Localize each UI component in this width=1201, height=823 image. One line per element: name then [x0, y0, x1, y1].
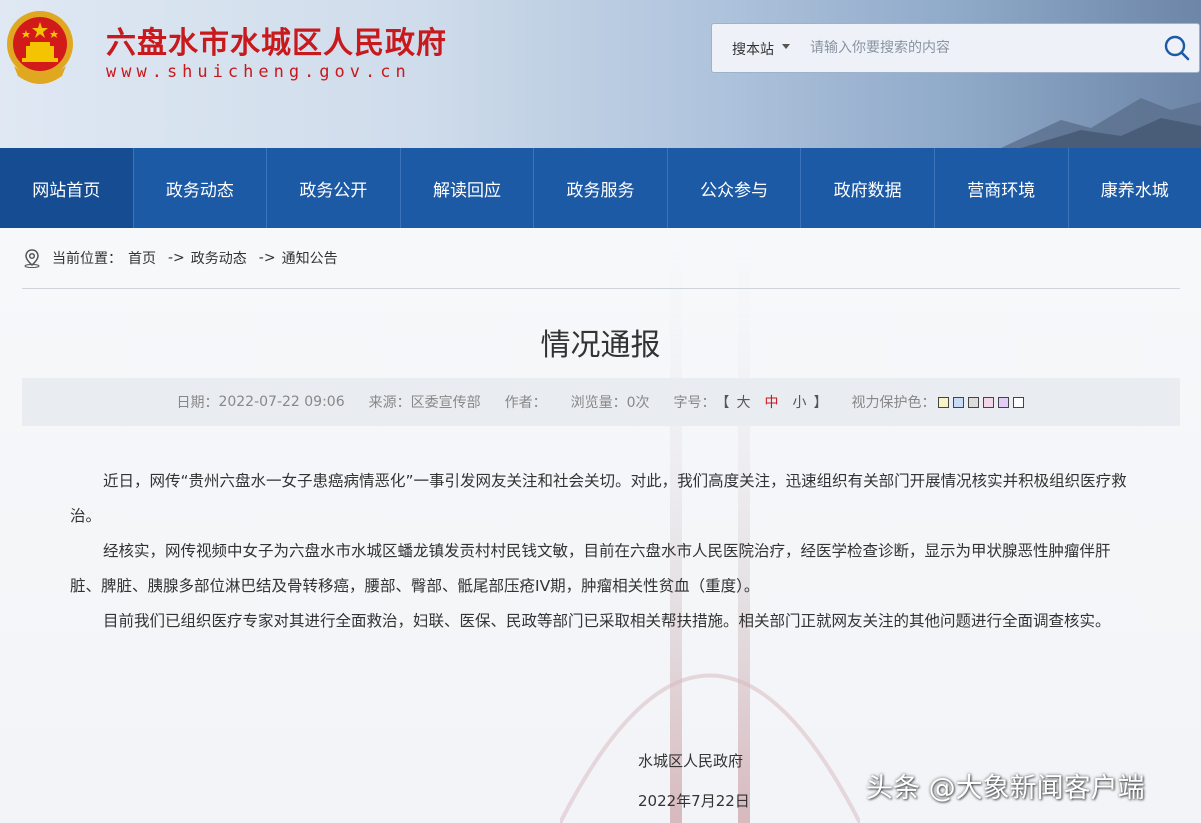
- nav-item-gov-data[interactable]: 政府数据: [801, 148, 935, 228]
- nav-item-interpretation[interactable]: 解读回应: [401, 148, 535, 228]
- meta-eyecare: 视力保护色：: [852, 392, 1026, 412]
- eyecare-color-swatch[interactable]: [967, 396, 979, 408]
- date-label: 日期：: [176, 395, 219, 411]
- location-pin-icon: [24, 249, 40, 268]
- nav-item-gov-disclosure[interactable]: 政务公开: [267, 148, 401, 228]
- search-scope-dropdown[interactable]: 搜本站: [732, 39, 774, 59]
- main-nav: 网站首页 政务动态 政务公开 解读回应 政务服务 公众参与 政府数据 营商环境 …: [0, 148, 1201, 228]
- breadcrumb-notices[interactable]: 通知公告: [282, 248, 338, 268]
- meta-author: 作者：: [505, 392, 547, 412]
- fontsize-label: 字号：: [673, 395, 716, 411]
- eyecare-label: 视力保护色：: [851, 395, 936, 411]
- nav-item-business-env[interactable]: 营商环境: [935, 148, 1069, 228]
- national-emblem-icon: [7, 11, 73, 84]
- nav-item-home[interactable]: 网站首页: [0, 148, 134, 228]
- signature: 水城区人民政府: [638, 752, 744, 770]
- breadcrumb-home[interactable]: 首页: [128, 248, 156, 268]
- source-value: 区委宣传部: [410, 395, 481, 411]
- article-body: 近日，网传“贵州六盘水一女子患癌病情恶化”一事引发网友关注和社会关切。对此，我们…: [70, 464, 1132, 639]
- article-meta-bar: 日期： 2022-07-22 09:06 来源： 区委宣传部 作者： 浏览量： …: [22, 378, 1180, 426]
- paragraph: 经核实，网传视频中女子为六盘水市水城区蟠龙镇发贡村村民钱文敏，目前在六盘水市人民…: [70, 542, 1111, 595]
- paragraph: 目前我们已组织医疗专家对其进行全面救治，妇联、医保、民政等部门已采取相关帮扶措施…: [103, 612, 1111, 630]
- sign-date: 2022年7月22日: [638, 792, 750, 810]
- search-input[interactable]: [808, 34, 1142, 62]
- eyecare-color-swatch[interactable]: [952, 396, 964, 408]
- nav-item-participation[interactable]: 公众参与: [668, 148, 802, 228]
- eyecare-swatches: [936, 396, 1026, 408]
- mountain-decoration: [1001, 98, 1201, 148]
- site-header: 六盘水市水城区人民政府 www.shuicheng.gov.cn 搜本站: [0, 0, 1201, 148]
- breadcrumb: 当前位置： 首页 -> 政务动态 -> 通知公告: [22, 246, 344, 270]
- bracket-close: 】: [813, 395, 828, 411]
- breadcrumb-prefix: 当前位置：: [52, 251, 122, 267]
- divider: [22, 288, 1180, 289]
- site-title[interactable]: 六盘水市水城区人民政府: [106, 18, 447, 62]
- font-size-large-button[interactable]: 大: [737, 392, 751, 412]
- article-title: 情况通报: [540, 328, 661, 363]
- main-content: 当前位置： 首页 -> 政务动态 -> 通知公告 情况通报 日期： 2022-0…: [0, 228, 1201, 823]
- meta-date: 日期： 2022-07-22 09:06: [176, 392, 344, 412]
- views-value: 0次: [626, 395, 650, 411]
- search-icon[interactable]: [1163, 34, 1191, 62]
- eyecare-color-swatch[interactable]: [937, 396, 949, 408]
- paragraph: 近日，网传“贵州六盘水一女子患癌病情恶化”一事引发网友关注和社会关切。对此，我们…: [70, 472, 1127, 525]
- breadcrumb-gov-news[interactable]: 政务动态: [191, 248, 247, 268]
- breadcrumb-separator: ->: [168, 250, 185, 266]
- author-label: 作者：: [504, 395, 547, 411]
- eyecare-color-swatch[interactable]: [1012, 396, 1024, 408]
- nav-item-gov-news[interactable]: 政务动态: [134, 148, 268, 228]
- search-bar: 搜本站: [711, 23, 1200, 73]
- meta-views: 浏览量： 0次: [571, 392, 650, 412]
- watermark: 头条 @大象新闻客户端: [866, 773, 1145, 804]
- chevron-down-icon[interactable]: [782, 44, 790, 49]
- font-size-medium-button[interactable]: 中: [765, 392, 779, 412]
- source-label: 来源：: [368, 395, 411, 411]
- views-label: 浏览量：: [570, 395, 627, 411]
- eyecare-color-swatch[interactable]: [997, 396, 1009, 408]
- nav-item-gov-services[interactable]: 政务服务: [534, 148, 668, 228]
- meta-fontsize: 字号： 【 大 中 小 】: [674, 392, 828, 412]
- eyecare-color-swatch[interactable]: [982, 396, 994, 408]
- breadcrumb-separator: ->: [258, 250, 276, 266]
- date-value: 2022-07-22 09:06: [218, 394, 345, 410]
- nav-item-wellness[interactable]: 康养水城: [1069, 148, 1201, 228]
- font-size-small-button[interactable]: 小: [793, 392, 807, 412]
- bracket-open: 【: [715, 395, 730, 411]
- meta-source: 来源： 区委宣传部: [369, 392, 481, 412]
- site-url[interactable]: www.shuicheng.gov.cn: [106, 62, 411, 82]
